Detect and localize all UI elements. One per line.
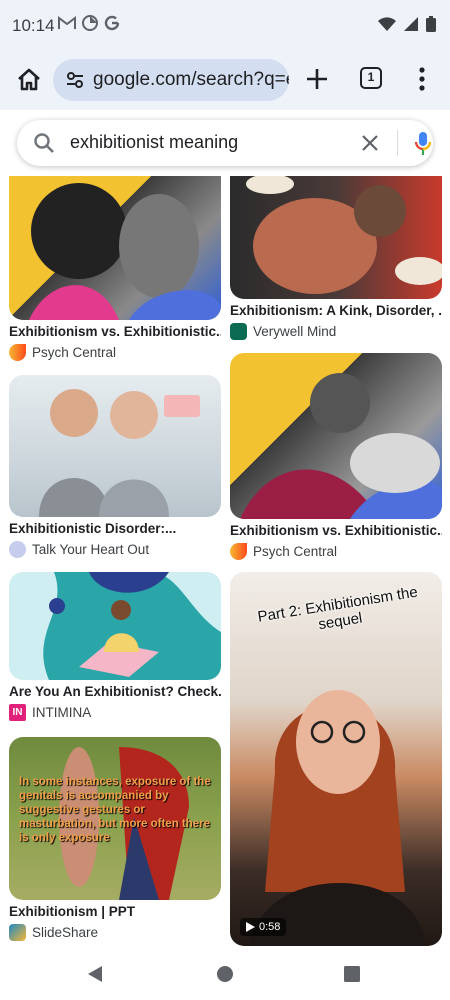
source-label: Verywell Mind: [253, 324, 337, 339]
kink-illustration: [246, 176, 442, 294]
result-source[interactable]: IN INTIMINA: [9, 704, 91, 721]
battery-icon: [426, 16, 436, 32]
new-tab-icon[interactable]: [304, 66, 330, 92]
wifi-icon: [378, 17, 396, 31]
photos-icon: [82, 15, 98, 31]
result-thumbnail[interactable]: [9, 572, 221, 680]
signal-icon: [404, 17, 418, 31]
result-source[interactable]: SlideShare: [9, 924, 98, 941]
result-card[interactable]: Exhibitionism vs. Exhibitionistic... Psy…: [9, 176, 221, 366]
system-icons: [378, 16, 436, 32]
slideshare-icon: [9, 924, 26, 941]
couple-bed-illustration: [240, 373, 442, 519]
image-results-grid: Exhibitionism vs. Exhibitionistic... Psy…: [0, 176, 450, 946]
woman-picnic-illustration: [43, 572, 221, 680]
home-circle-icon[interactable]: [216, 965, 234, 983]
source-label: Psych Central: [32, 345, 117, 360]
clear-icon[interactable]: [360, 133, 380, 153]
result-source[interactable]: Verywell Mind: [230, 323, 336, 340]
result-thumbnail[interactable]: Part 2: Exhibitionism the sequel 0:58: [230, 572, 442, 946]
navigation-bar: [0, 946, 450, 1000]
result-source[interactable]: Psych Central: [230, 543, 337, 560]
result-card[interactable]: Exhibitionism vs. Exhibitionistic... Psy…: [230, 353, 442, 567]
search-icon: [34, 133, 54, 153]
home-icon[interactable]: [14, 65, 44, 95]
more-options-icon[interactable]: [418, 66, 426, 92]
site-settings-icon[interactable]: [65, 70, 85, 90]
source-label: Psych Central: [253, 544, 338, 559]
talk-your-heart-out-icon: [9, 541, 26, 558]
result-thumbnail[interactable]: In some instances, exposure of the genit…: [9, 737, 221, 900]
result-thumbnail[interactable]: [9, 375, 221, 517]
url-text[interactable]: google.com/search?q=e: [93, 69, 289, 91]
psych-central-icon: [230, 543, 247, 560]
source-label: INTIMINA: [32, 705, 92, 720]
search-input[interactable]: exhibitionist meaning: [70, 132, 238, 153]
browser-toolbar: google.com/search?q=e 1: [0, 52, 450, 110]
source-label: Talk Your Heart Out: [32, 542, 150, 557]
result-title[interactable]: Exhibitionism: A Kink, Disorder, ...: [230, 303, 442, 318]
result-title[interactable]: Are You An Exhibitionist? Check...: [9, 684, 221, 699]
result-title[interactable]: Exhibitionism vs. Exhibitionistic...: [230, 523, 442, 538]
result-title[interactable]: Exhibitionism | PPT: [9, 904, 221, 919]
status-time: 10:14: [12, 16, 55, 35]
recents-icon[interactable]: [344, 966, 360, 982]
video-duration-badge: 0:58: [240, 918, 287, 936]
result-card[interactable]: Exhibitionism: A Kink, Disorder, ... Ver…: [230, 176, 442, 346]
result-card[interactable]: Part 2: Exhibitionism the sequel 0:58: [230, 572, 442, 946]
result-thumbnail[interactable]: [230, 176, 442, 299]
microphone-icon[interactable]: [414, 131, 432, 157]
result-card[interactable]: Exhibitionistic Disorder:... Talk Your H…: [9, 375, 221, 565]
intimina-icon: IN: [9, 704, 26, 721]
result-source[interactable]: Talk Your Heart Out: [9, 541, 149, 558]
slideshare-caption: In some instances, exposure of the genit…: [19, 776, 211, 844]
result-title[interactable]: Exhibitionism vs. Exhibitionistic...: [9, 324, 221, 339]
video-duration: 0:58: [259, 921, 281, 933]
search-divider: [397, 130, 398, 156]
psych-central-icon: [9, 344, 26, 361]
status-bar: 10:14: [0, 0, 450, 52]
result-card[interactable]: Are You An Exhibitionist? Check... IN IN…: [9, 572, 221, 728]
gmail-icon: [58, 16, 76, 29]
result-title[interactable]: Exhibitionistic Disorder:...: [9, 521, 221, 536]
search-box[interactable]: exhibitionist meaning: [17, 120, 433, 166]
verywell-mind-icon: [230, 323, 247, 340]
result-thumbnail[interactable]: [9, 176, 221, 320]
address-bar[interactable]: google.com/search?q=e: [53, 59, 289, 101]
result-thumbnail[interactable]: [230, 353, 442, 519]
back-icon[interactable]: [86, 964, 104, 984]
google-icon: [104, 15, 120, 31]
notification-icons: [58, 15, 120, 31]
result-source[interactable]: Psych Central: [9, 344, 116, 361]
result-card[interactable]: In some instances, exposure of the genit…: [9, 737, 221, 946]
couple-illustration: [29, 183, 221, 320]
source-label: SlideShare: [32, 925, 99, 940]
play-icon: [246, 922, 255, 932]
tab-switcher-button[interactable]: 1: [360, 67, 382, 89]
selfie-illustration: [39, 389, 200, 517]
